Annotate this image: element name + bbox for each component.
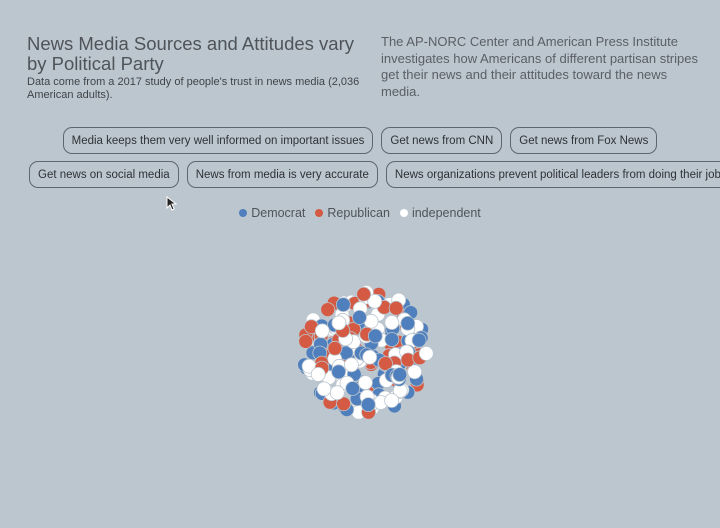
legend-dot-democrat bbox=[239, 209, 248, 217]
filter-button-cnn[interactable]: Get news from CNN bbox=[381, 127, 503, 154]
legend-item-independent[interactable]: independent bbox=[399, 206, 481, 220]
republican-bubble bbox=[298, 334, 314, 349]
independent-bubble bbox=[344, 357, 359, 373]
republican-bubble bbox=[356, 286, 372, 302]
legend-item-republican[interactable]: Republican bbox=[315, 206, 390, 220]
democrat-bubble bbox=[360, 397, 376, 413]
title-block: News Media Sources and Attitudes vary by… bbox=[27, 34, 367, 102]
democrat-bubble bbox=[335, 297, 351, 312]
filter-button-fox-news[interactable]: Get news from Fox News bbox=[510, 127, 658, 154]
independent-bubble bbox=[310, 367, 326, 382]
filter-button-social-media[interactable]: Get news on social media bbox=[29, 161, 179, 188]
party-legend: Democrat Republican independent bbox=[0, 206, 720, 220]
democrat-bubble bbox=[331, 364, 346, 380]
republican-bubble bbox=[320, 302, 336, 317]
republican-bubble bbox=[327, 340, 343, 356]
independent-bubble bbox=[384, 393, 400, 408]
democrat-bubble bbox=[352, 310, 367, 325]
legend-label-independent: independent bbox=[411, 206, 481, 220]
page-subtitle: Data come from a 2017 study of people's … bbox=[27, 76, 360, 101]
filter-row-1: Media keeps them very well informed on i… bbox=[0, 127, 720, 154]
independent-bubble bbox=[358, 375, 373, 390]
filter-button-very-accurate[interactable]: News from media is very accurate bbox=[186, 161, 378, 188]
filter-button-well-informed[interactable]: Media keeps them very well informed on i… bbox=[62, 127, 374, 154]
filter-buttons: Media keeps them very well informed on i… bbox=[0, 127, 720, 195]
independent-bubble bbox=[384, 315, 400, 330]
independent-bubble bbox=[316, 381, 332, 397]
bubble-cluster bbox=[297, 285, 434, 420]
democrat-bubble bbox=[367, 328, 383, 344]
independent-bubble bbox=[362, 349, 378, 365]
intro-text: The AP-NORC Center and American Press In… bbox=[381, 34, 698, 99]
democrat-bubble bbox=[384, 332, 400, 347]
page-title: News Media Sources and Attitudes vary by… bbox=[27, 33, 354, 74]
filter-row-2: Get news on social media News from media… bbox=[0, 161, 720, 188]
democrat-bubble bbox=[345, 381, 361, 396]
legend-label-republican: Republican bbox=[327, 206, 390, 220]
legend-label-democrat: Democrat bbox=[251, 206, 306, 220]
independent-bubble bbox=[314, 323, 330, 339]
independent-bubble bbox=[418, 346, 434, 361]
democrat-bubble bbox=[392, 367, 408, 382]
mouse-cursor-icon bbox=[166, 196, 178, 211]
legend-dot-republican bbox=[315, 209, 324, 217]
independent-bubble bbox=[329, 385, 345, 401]
filter-button-prevent-leaders[interactable]: News organizations prevent political lea… bbox=[385, 161, 720, 188]
republican-bubble bbox=[388, 300, 404, 316]
legend-item-democrat[interactable]: Democrat bbox=[239, 206, 305, 220]
independent-bubble bbox=[331, 315, 347, 331]
democrat-bubble bbox=[400, 315, 416, 331]
democrat-bubble bbox=[411, 332, 427, 348]
legend-dot-independent bbox=[399, 209, 408, 217]
